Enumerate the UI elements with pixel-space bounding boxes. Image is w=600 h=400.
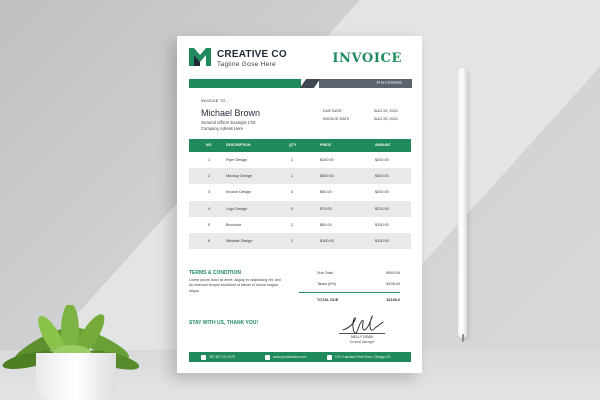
table-row: 4 Logo Design 3 $70.00 $210.00	[189, 200, 411, 217]
row-amount: $200.00	[375, 190, 389, 195]
row-amount: $300.00	[375, 174, 389, 179]
taxes-value: $198.00	[386, 282, 400, 286]
flower-pot	[36, 353, 116, 400]
phone-icon	[201, 354, 206, 360]
table-row: 1 Flyer Design 2 $100.00 $200.00	[189, 152, 411, 168]
signatory-role: General Manager	[349, 340, 375, 344]
items-table: NO DESCRIPTION QTY PRICE AMOUNT 1 Flyer …	[189, 139, 411, 250]
footer-phone: 387 387 234 2378	[209, 355, 235, 359]
header-amount: AMOUNT	[375, 143, 391, 147]
row-qty: 1	[291, 238, 294, 243]
row-qty: 1	[291, 174, 294, 179]
email-icon	[265, 354, 270, 360]
header-description: DESCRIPTION	[226, 143, 251, 147]
row-description: Invoice Design	[226, 190, 251, 195]
row-qty: 4	[291, 190, 294, 195]
footer-email: www.yoursitename.com	[273, 355, 307, 359]
total-due-value: $1198.0	[386, 298, 400, 302]
table-row: 6 Website Design 1 $100.00 $100.00	[189, 232, 411, 250]
row-description: Mockup Design	[226, 174, 253, 179]
totals-divider	[299, 292, 400, 294]
row-price: $300.00	[320, 174, 334, 179]
row-qty: 2	[291, 222, 294, 227]
contact-footer: 387 387 234 2378 www.yoursitename.com 10…	[189, 352, 411, 362]
invoice-date-label: INVOICE DATE	[323, 117, 350, 121]
subtotal-label: Sub Total	[317, 271, 333, 275]
row-no: 3	[208, 190, 211, 195]
row-qty: 3	[291, 206, 294, 211]
row-price: $100.00	[320, 238, 334, 243]
company-name: CREATIVE CO	[217, 49, 287, 60]
row-qty: 2	[291, 158, 294, 162]
row-no: 5	[208, 222, 211, 227]
invoice-date-value: AUG 25, 2021	[373, 117, 398, 121]
pen-tip	[461, 334, 464, 342]
invoice-document: CREATIVE CO Tagline Gose Here INVOICE #I…	[177, 36, 422, 373]
total-due-label: TOTAL DUE	[317, 298, 339, 302]
table-row: 2 Mockup Design 1 $300.00 $300.00	[189, 168, 411, 185]
row-amount: $100.00	[375, 222, 389, 227]
footer-address: 1071 Lakeland Park Drive, Chicago US	[335, 355, 391, 359]
taxes-label: Taxes (5%)	[317, 282, 336, 286]
table-row: 3 Invoice Design 4 $50.00 $200.00	[189, 184, 411, 200]
client-address: Company Adress Here	[201, 126, 244, 131]
location-icon	[327, 354, 332, 360]
row-price: $50.00	[320, 222, 332, 227]
thank-you-message: STAY WITH US, THANK YOU!	[189, 320, 258, 326]
terms-heading: TERMS & CONDITION	[189, 270, 241, 276]
header-qty: QTY	[289, 143, 297, 147]
invoice-title: INVOICE	[332, 51, 402, 66]
pen	[458, 68, 467, 338]
row-amount: $200.00	[375, 158, 389, 162]
invoice-to-label: INVOICE TO :	[201, 99, 229, 103]
row-description: Logo Design	[226, 206, 248, 211]
row-no: 4	[208, 206, 211, 211]
row-no: 6	[208, 238, 211, 243]
header-price: PRICE	[320, 143, 331, 147]
terms-text: Lorem ipsum dolor sit amet, aliquip ex a…	[189, 278, 281, 293]
table-row: 5 Brochure 2 $50.00 $100.00	[189, 217, 411, 233]
subtotal-value: $993.00	[386, 271, 400, 275]
row-description: Flyer Design	[226, 158, 248, 162]
row-no: 1	[208, 158, 211, 162]
row-no: 2	[208, 174, 211, 179]
invoice-number: #INV00998	[376, 80, 402, 85]
due-date-label: DUE DATE	[323, 109, 342, 113]
signatory-name: NELLY DEAN	[350, 335, 374, 339]
row-price: $70.00	[320, 206, 332, 211]
client-name: Michael Brown	[201, 108, 261, 118]
row-description: Website Design	[226, 238, 253, 243]
due-date-value: AUG 25, 2021	[373, 109, 398, 113]
row-amount: $100.00	[375, 238, 389, 243]
client-position: General Officer Example LTD	[201, 120, 256, 125]
row-price: $100.00	[320, 158, 334, 162]
m-logo-icon	[189, 48, 211, 66]
row-amount: $210.00	[375, 206, 389, 211]
table-header: NO DESCRIPTION QTY PRICE AMOUNT	[189, 139, 411, 152]
row-description: Brochure	[226, 222, 242, 227]
signature-line	[339, 333, 385, 334]
company-tagline: Tagline Gose Here	[217, 61, 276, 68]
header-no: NO	[206, 143, 212, 147]
row-price: $50.00	[320, 190, 332, 195]
